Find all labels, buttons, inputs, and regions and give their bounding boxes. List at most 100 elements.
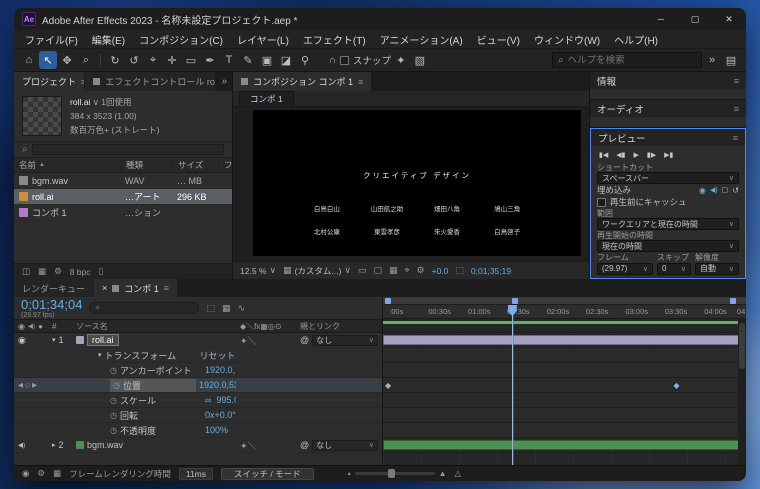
constrain-link-icon[interactable]: ∞ xyxy=(205,395,211,405)
panel-menu-icon[interactable]: ≡ xyxy=(81,77,84,87)
audio-duration-bar[interactable] xyxy=(383,440,746,450)
tab-project[interactable]: プロジェクト ≡ xyxy=(14,72,85,91)
switch-mode-button[interactable]: スイッチ / モード xyxy=(220,467,314,480)
viewer-tab-comp1[interactable]: コンポ 1 xyxy=(239,91,294,106)
project-search-input[interactable] xyxy=(31,144,224,155)
panel-menu-icon[interactable]: ≡ xyxy=(164,283,169,293)
stopwatch-icon[interactable]: ◷ xyxy=(110,366,117,375)
layer-row-2[interactable]: ◀) ▸ 2 bgm.wav ✦＼ @ なし ∨ xyxy=(14,438,382,453)
composition-viewer[interactable]: クリエイティブ デザイン 白鳥白山 山田航之助 畑田八角 鳩山三角 北村公康 東… xyxy=(233,107,589,261)
menu-view[interactable]: ビュー(V) xyxy=(470,32,527,47)
layer1-switches[interactable]: ✦＼ xyxy=(236,334,296,347)
panel-menu-icon[interactable]: ≡ xyxy=(733,133,738,143)
cache-checkbox[interactable] xyxy=(597,197,606,207)
next-frame-button[interactable]: ▮▶ xyxy=(647,151,656,159)
time-ruler[interactable]: :00s 00:30s 01:00s 01:30s 02:00s 02:30s … xyxy=(383,305,746,319)
brush-tool-icon[interactable]: ✎ xyxy=(239,51,257,69)
work-area-start-handle[interactable] xyxy=(385,298,391,304)
stopwatch-icon[interactable]: ◷ xyxy=(110,411,117,420)
eraser-tool-icon[interactable]: ◪ xyxy=(277,51,295,69)
audio-panel-header[interactable]: オーディオ ≡ xyxy=(590,100,746,117)
clone-stamp-tool-icon[interactable]: ▣ xyxy=(258,51,276,69)
mask-toggle-icon[interactable]: ▭ xyxy=(358,265,367,276)
transform-group-row[interactable]: ▾ トランスフォーム リセット xyxy=(14,348,382,363)
anchor-point-row[interactable]: ◷アンカーポイント 1920.0,1761.5 xyxy=(14,363,382,378)
guides-icon[interactable]: ⌖ xyxy=(404,265,409,276)
play-from-select[interactable]: 現在の時間 ∨ xyxy=(597,240,739,252)
layer1-parent-select[interactable]: なし ∨ xyxy=(312,334,378,346)
transform-label[interactable]: トランスフォーム xyxy=(105,349,197,362)
stopwatch-icon[interactable]: ◷ xyxy=(110,426,117,435)
column-type[interactable]: 種類 xyxy=(120,158,172,172)
timeline-search[interactable]: ⌕ xyxy=(89,302,200,314)
zoom-slider-track[interactable] xyxy=(354,469,435,478)
column-name[interactable]: 名前 ▲ xyxy=(14,158,120,172)
rotate-tool-icon[interactable]: ↺ xyxy=(125,51,143,69)
zoom-in-icon[interactable]: ▲ xyxy=(439,469,447,478)
frame-rate-select[interactable]: (29.97) ∨ xyxy=(597,262,653,275)
include-overlays-icon[interactable]: ▢ xyxy=(722,186,729,194)
opacity-row[interactable]: ◷ 不透明度 100% xyxy=(14,423,382,438)
keyframe-next-icon[interactable]: ▶ xyxy=(32,381,37,389)
comp-marker-icon[interactable]: △ xyxy=(455,468,462,479)
loop-icon[interactable]: ↺ xyxy=(732,186,739,195)
timeline-vertical-scrollbar[interactable] xyxy=(738,319,746,465)
layer2-track[interactable] xyxy=(383,438,746,453)
menu-help[interactable]: ヘルプ(H) xyxy=(607,32,665,47)
close-tab-icon[interactable]: × xyxy=(102,283,107,293)
hand-tool-icon[interactable]: ✥ xyxy=(58,51,76,69)
puppet-pin-tool-icon[interactable]: ⚲ xyxy=(296,51,314,69)
time-navigator-handle[interactable] xyxy=(511,298,518,304)
pickwhip-icon[interactable]: @ xyxy=(300,335,309,345)
current-time-indicator-line[interactable] xyxy=(511,305,513,465)
layer-expander-icon[interactable]: ▾ xyxy=(52,336,56,344)
composition-canvas[interactable]: クリエイティブ デザイン 白鳥白山 山田航之助 畑田八角 鳩山三角 北村公康 東… xyxy=(253,110,581,256)
delete-icon[interactable]: ▯ xyxy=(98,266,103,277)
layer1-name[interactable]: roll.ai xyxy=(87,334,119,346)
transparency-grid-icon[interactable]: ▦ xyxy=(389,265,398,276)
menu-edit[interactable]: 編集(E) xyxy=(85,32,132,47)
mask-visibility-icon[interactable]: ✦ xyxy=(392,51,410,69)
position-track[interactable]: ◆ ◆ xyxy=(383,378,746,393)
selection-tool-icon[interactable]: ↖ xyxy=(39,51,57,69)
previous-frame-button[interactable]: ◀▮ xyxy=(616,151,625,159)
keyframe[interactable]: ◆ xyxy=(385,381,391,390)
panel-menu-icon[interactable]: ≡ xyxy=(734,76,739,86)
composition-mini-flowchart-icon[interactable]: ⬚ xyxy=(206,303,215,314)
rotation-row[interactable]: ◷ 回転 0x+0.0° xyxy=(14,408,382,423)
audio-column-icon[interactable]: ◀) xyxy=(28,322,35,330)
type-tool-icon[interactable]: T xyxy=(220,51,238,69)
column-size[interactable]: サイズ xyxy=(172,158,218,172)
comp-current-time[interactable]: 0;01;35;19 xyxy=(471,266,511,276)
toggle-transfer-icon[interactable]: ▦ xyxy=(53,468,61,479)
layer-color-swatch[interactable] xyxy=(76,336,84,344)
work-area-end-handle[interactable] xyxy=(730,298,736,304)
stopwatch-icon[interactable]: ◷ xyxy=(110,396,117,405)
anchor-point-value[interactable]: 1920.0,1761.5 xyxy=(205,365,236,375)
resolution-select[interactable]: 自動 ∨ xyxy=(695,262,739,275)
layer-row-1[interactable]: ◉ ▾ 1 roll.ai ✦＼ @ なし ∨ xyxy=(14,333,382,348)
snapshot-icon[interactable]: ⬚ xyxy=(455,265,464,276)
toggle-pane-icon[interactable]: ◉ xyxy=(22,468,29,479)
new-folder-icon[interactable]: ▦ xyxy=(38,266,46,277)
parent-link-column-header[interactable]: 親とリンク xyxy=(296,321,382,332)
lock-column-icon[interactable]: ● xyxy=(38,322,43,331)
menu-window[interactable]: ウィンドウ(W) xyxy=(527,32,607,47)
home-tool-icon[interactable]: ⌂ xyxy=(20,51,38,69)
range-select[interactable]: ワークエリアと現在の時間 ∨ xyxy=(597,218,739,230)
transform-reset-link[interactable]: リセット xyxy=(200,349,236,362)
project-row-rollai[interactable]: roll.ai …アート 296 KB xyxy=(14,189,232,205)
project-settings-icon[interactable]: ⚙ xyxy=(54,266,62,277)
shape-tool-icon[interactable]: ▭ xyxy=(182,51,200,69)
layer2-parent-select[interactable]: なし ∨ xyxy=(312,439,378,451)
keyframe-selected[interactable]: ◆ xyxy=(673,381,679,390)
tab-effect-controls[interactable]: エフェクトコントロール roll.ai xyxy=(85,72,216,91)
close-button[interactable]: ✕ xyxy=(712,8,746,30)
skip-select[interactable]: 0 ∨ xyxy=(657,262,691,275)
work-area-bar[interactable] xyxy=(383,297,746,305)
layer2-name[interactable]: bgm.wav xyxy=(87,440,123,450)
toolbar-overflow-icon[interactable]: » xyxy=(703,51,721,69)
keyframe-add-icon[interactable]: ◇ xyxy=(25,381,30,389)
pickwhip-icon[interactable]: @ xyxy=(300,440,309,450)
shortcut-select[interactable]: スペースバー ∨ xyxy=(597,172,739,184)
